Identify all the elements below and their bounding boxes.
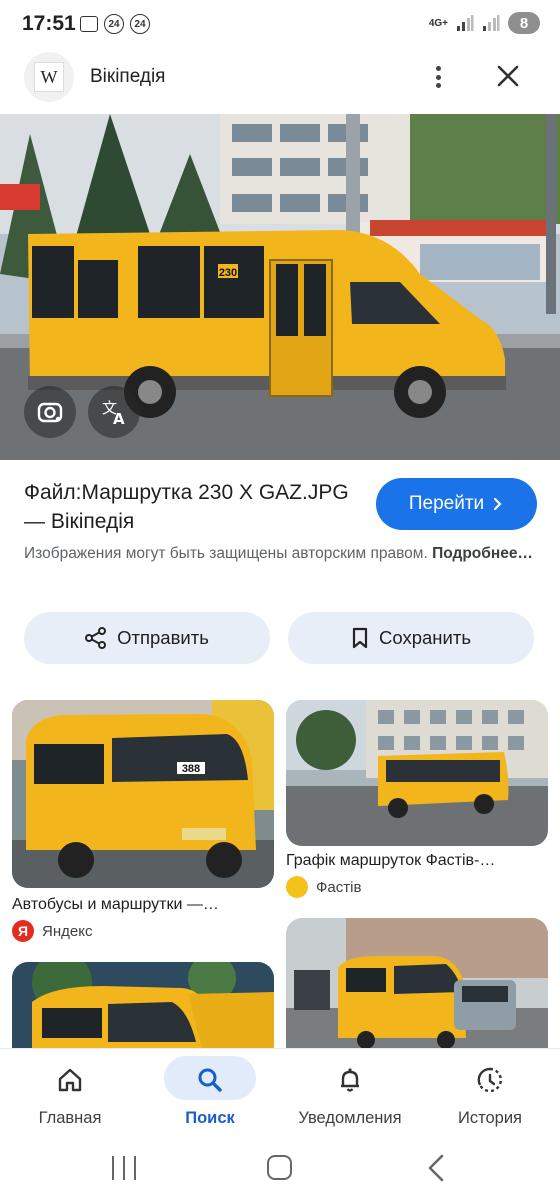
translate-button[interactable]: 文 A — [88, 386, 140, 438]
close-icon[interactable] — [494, 62, 522, 90]
bus-photo-2 — [286, 700, 548, 846]
share-icon — [85, 627, 107, 649]
related-image-4[interactable] — [286, 918, 548, 1048]
translate-icon: 文 A — [102, 399, 125, 427]
copyright-notice: Изображения могут быть защищены авторски… — [24, 542, 534, 566]
share-label: Отправить — [117, 627, 209, 648]
home-button-icon[interactable] — [267, 1155, 292, 1180]
bus-photo: 230 — [0, 114, 560, 460]
history-icon — [470, 1063, 510, 1097]
search-icon — [190, 1063, 230, 1097]
related-source-1[interactable]: Я Яндекс — [12, 920, 92, 942]
source-name-2: Фастів — [316, 878, 362, 896]
status-right: 4G+ 8 — [429, 12, 540, 34]
bell-icon — [330, 1063, 370, 1097]
wikipedia-logo-letter: W — [34, 62, 64, 92]
preview-image[interactable]: 230 文 A — [0, 114, 560, 460]
source-name-1: Яндекс — [42, 922, 93, 940]
lens-button[interactable] — [24, 386, 76, 438]
nav-search[interactable]: Поиск — [140, 1049, 280, 1141]
system-navigation — [0, 1140, 560, 1200]
recent-apps-icon[interactable] — [112, 1156, 136, 1180]
go-button-label: Перейти — [408, 493, 485, 514]
status-bar: 17:51 24 24 4G+ 8 — [0, 0, 560, 50]
save-label: Сохранить — [379, 627, 471, 648]
lens-icon — [37, 402, 63, 423]
nav-notifications[interactable]: Уведомления — [280, 1049, 420, 1141]
related-caption-2[interactable]: Графік маршруток Фастів-… — [286, 852, 495, 870]
header: W Вікіпедія — [0, 50, 560, 114]
yandex-icon: Я — [12, 920, 34, 942]
related-image-3[interactable] — [12, 962, 274, 1048]
bus-photo-1: 388 — [12, 700, 274, 888]
bottom-navigation: Главная Поиск Уведомления История — [0, 1048, 560, 1140]
related-image-1[interactable]: 388 — [12, 700, 274, 888]
back-icon[interactable] — [426, 1154, 446, 1182]
route-number-1: 388 — [182, 763, 200, 775]
nav-home-label: Главная — [38, 1109, 102, 1127]
wikipedia-logo: W — [24, 52, 74, 102]
related-image-2[interactable] — [286, 700, 548, 846]
nav-notifications-label: Уведомления — [298, 1109, 402, 1127]
bus-photo-4 — [286, 918, 548, 1048]
nav-history-label: История — [458, 1109, 522, 1127]
network-label: 4G+ — [428, 17, 448, 29]
copyright-text: Изображения могут быть защищены авторски… — [24, 545, 428, 562]
related-caption-1[interactable]: Автобусы и маршрутки —… — [12, 896, 219, 914]
bookmark-icon — [352, 627, 368, 649]
bus-photo-3 — [12, 962, 274, 1048]
site-name[interactable]: Вікіпедія — [90, 66, 165, 88]
home-icon — [50, 1063, 90, 1097]
more-info-link[interactable]: Подробнее… — [432, 545, 533, 562]
notification-badge-2: 24 — [130, 14, 150, 34]
nav-history[interactable]: История — [420, 1049, 560, 1141]
more-options-icon[interactable] — [428, 62, 448, 92]
nav-home[interactable]: Главная — [0, 1049, 140, 1141]
result-title[interactable]: Файл:Маршрутка 230 Х GAZ.JPG — Вікіпедія — [24, 478, 354, 536]
related-source-2[interactable]: Фастів — [286, 876, 361, 898]
status-time: 17:51 — [22, 12, 76, 35]
notification-badge-1: 24 — [104, 14, 124, 34]
battery-indicator: 8 — [508, 12, 540, 34]
svg-text:A: A — [113, 410, 125, 427]
route-number: 230 — [219, 267, 237, 279]
notification-icons: 24 24 — [80, 14, 150, 34]
fastiv-icon — [286, 876, 308, 898]
screenshot-icon — [80, 16, 98, 32]
signal-icon — [457, 15, 474, 31]
share-button[interactable]: Отправить — [24, 612, 270, 664]
nav-search-label: Поиск — [185, 1109, 235, 1127]
chevron-right-icon — [494, 497, 502, 511]
signal-icon-2 — [483, 15, 500, 31]
go-button[interactable]: Перейти — [376, 478, 537, 530]
save-button[interactable]: Сохранить — [288, 612, 534, 664]
